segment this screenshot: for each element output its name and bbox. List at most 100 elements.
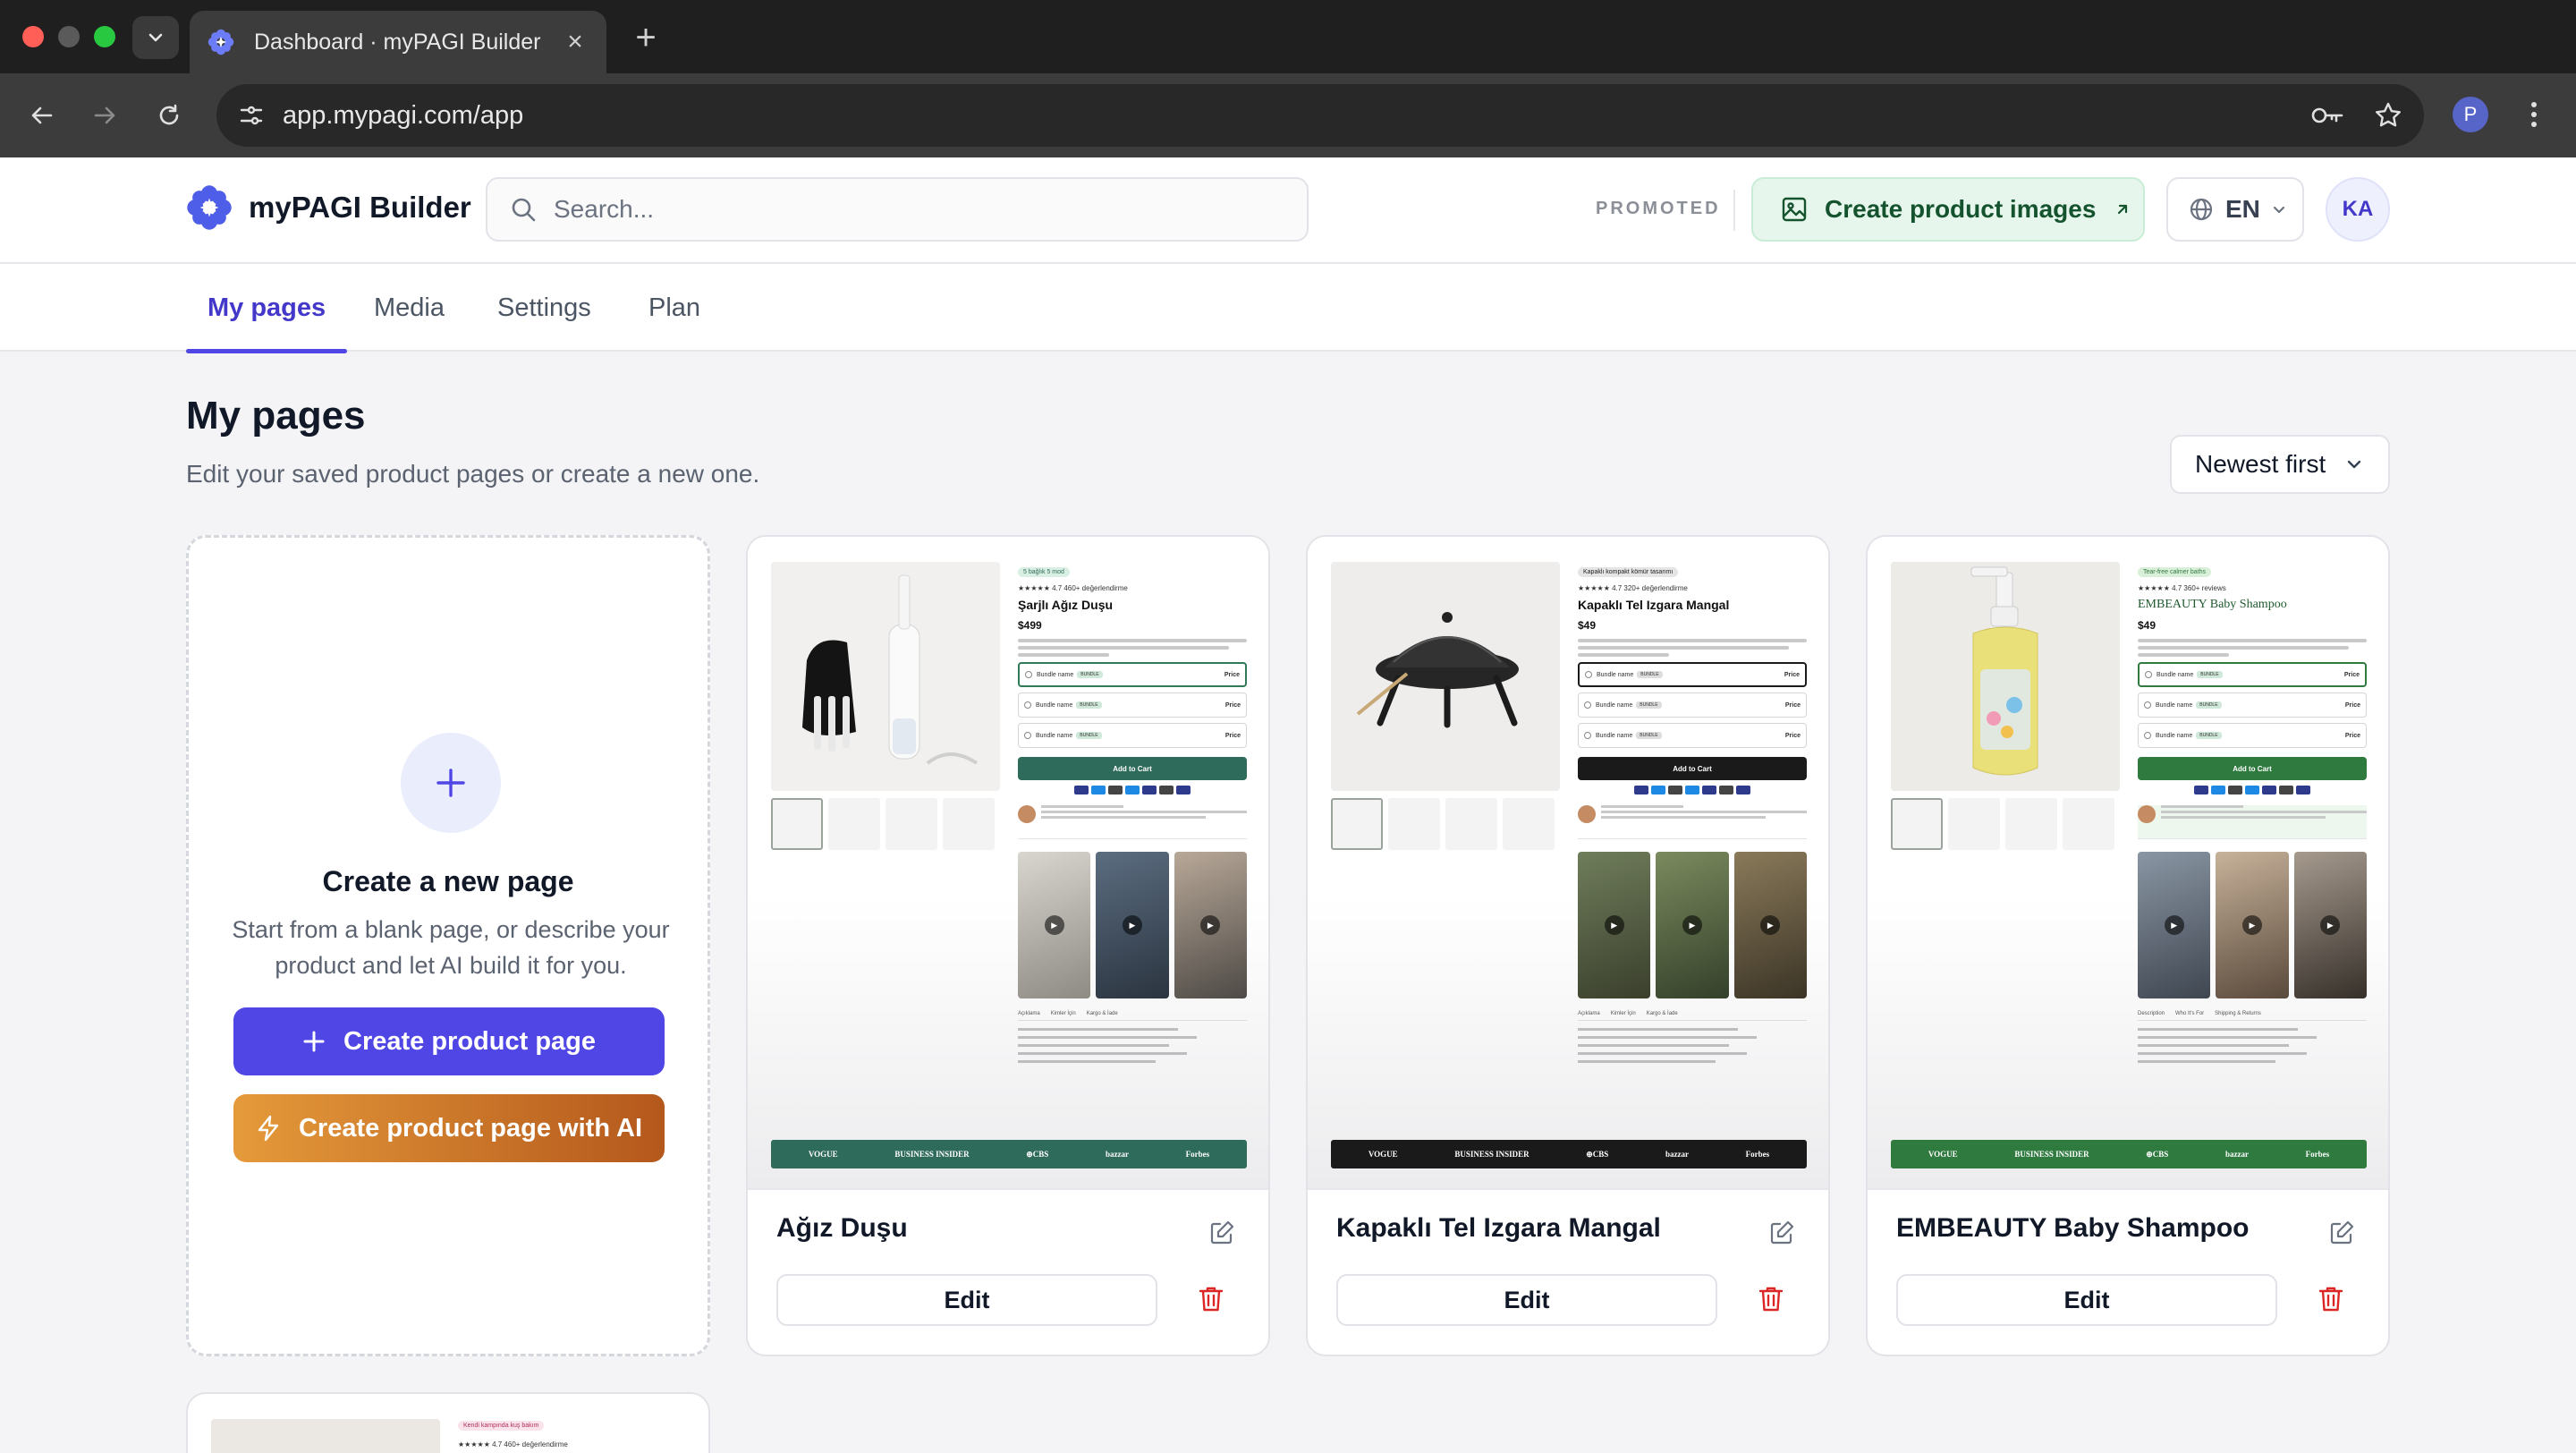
page-preview-thumbnail[interactable]: Kapaklı kompakt kömür tasarımı ★★★★★ 4.7… (1308, 537, 1828, 1190)
create-product-page-button[interactable]: Create product page (233, 1007, 665, 1075)
press-logo: BUSINESS INSIDER (1454, 1150, 1530, 1159)
delete-page-button[interactable] (1751, 1279, 1791, 1319)
press-logo: bazzar (2224, 1150, 2249, 1159)
section-tabs: My pages Media Settings Plan (0, 264, 2576, 353)
add-page-icon-circle[interactable] (401, 733, 501, 833)
page-preview-thumbnail[interactable]: 5 bağlık 5 mod ★★★★★ 4.7 460+ değerlendi… (748, 537, 1268, 1190)
browser-toolbar: app.mypagi.com/app (0, 73, 2576, 157)
globe-icon (2190, 198, 2213, 221)
password-manager-button[interactable] (2302, 90, 2352, 140)
page-card-title: EMBEAUTY Baby Shampoo (1896, 1213, 2250, 1243)
preview-price: $499 (1018, 619, 1042, 632)
press-logo: ⊕CBS (1026, 1149, 1049, 1159)
preview-add-to-cart: Add to Cart (1578, 757, 1807, 780)
promoted-label: PROMOTED (1596, 199, 1721, 218)
water-flosser-illustration (771, 562, 1000, 791)
tab-media[interactable]: Media (352, 264, 466, 352)
preview-tab: Who It's For (2175, 1011, 2205, 1016)
trash-icon (2318, 1287, 2343, 1312)
press-logo: ⊕CBS (1586, 1149, 1609, 1159)
search-box[interactable] (486, 177, 1309, 242)
tab-plan[interactable]: Plan (627, 264, 722, 352)
preview-product-info: 5 bağlık 5 mod ★★★★★ 4.7 460+ değerlendi… (1018, 562, 1247, 1068)
bookmark-button[interactable] (2363, 90, 2413, 140)
create-product-images-button[interactable]: Create product images (1751, 177, 2145, 242)
star-outline-icon (2376, 102, 2401, 127)
shampoo-bottle-illustration (1891, 562, 2120, 791)
preview-product-info: Kapaklı kompakt kömür tasarımı ★★★★★ 4.7… (1578, 562, 1807, 1068)
press-logo: BUSINESS INSIDER (2014, 1150, 2089, 1159)
browser-tab-active[interactable]: Dashboard · myPAGI Builder × (190, 11, 606, 73)
site-info-button[interactable] (220, 84, 283, 147)
reload-button[interactable] (148, 95, 190, 136)
preview-rating: ★★★★★ 4.7 320+ değerlendirme (1578, 584, 1688, 592)
user-avatar[interactable]: KA (2326, 177, 2390, 242)
browser-profile-avatar[interactable]: P (2453, 97, 2488, 132)
preview-tab: Açıklama (1578, 1011, 1600, 1016)
image-icon (1782, 197, 1807, 222)
page-card: Tear-free calmer baths ★★★★★ 4.7 360+ re… (1866, 535, 2390, 1356)
search-icon (512, 198, 536, 222)
preview-rating: ★★★★★ 4.7 460+ değerlendirme (458, 1440, 568, 1449)
preview-badge: Kapaklı kompakt kömür tasarımı (1578, 567, 1679, 577)
page-preview-thumbnail[interactable]: Tear-free calmer baths ★★★★★ 4.7 360+ re… (1868, 537, 2388, 1190)
delete-page-button[interactable] (1191, 1279, 1231, 1319)
tab-search-button[interactable] (132, 16, 179, 59)
language-selector[interactable]: EN (2166, 177, 2304, 242)
press-logo: VOGUE (808, 1150, 838, 1159)
tab-settings[interactable]: Settings (476, 264, 613, 352)
rename-page-button[interactable] (1764, 1215, 1800, 1251)
preview-product-name: EMBEAUTY Baby Shampoo (2138, 598, 2287, 611)
brand-home-link[interactable]: myPAGI Builder (186, 184, 471, 231)
preview-thumbnail-strip (771, 798, 995, 850)
rename-page-button[interactable] (1204, 1215, 1240, 1251)
plus-icon (436, 769, 465, 797)
preview-tab: Açıklama (1018, 1011, 1040, 1016)
create-card-description: Start from a blank page, or describe you… (232, 916, 670, 979)
language-code: EN (2225, 195, 2260, 223)
edit-page-button[interactable]: Edit (776, 1274, 1157, 1326)
app-header: myPAGI Builder PROMOTED Create product i… (0, 157, 2576, 264)
window-maximize-button[interactable] (94, 26, 115, 47)
tab-my-pages[interactable]: My pages (186, 264, 348, 353)
address-bar[interactable]: app.mypagi.com/app (216, 84, 2424, 147)
preview-press-footer: VOGUE BUSINESS INSIDER ⊕CBS bazzar Forbes (771, 1140, 1247, 1168)
preview-tab: Shipping & Returns (2215, 1011, 2261, 1016)
delete-page-button[interactable] (2311, 1279, 2351, 1319)
preview-press-footer: VOGUE BUSINESS INSIDER ⊕CBS bazzar Forbes (1891, 1140, 2367, 1168)
sort-dropdown[interactable]: Newest first (2170, 435, 2390, 494)
tab-close-icon[interactable]: × (562, 27, 589, 57)
external-arrow-icon (2118, 204, 2128, 215)
search-input[interactable] (554, 195, 1287, 224)
press-logo: Forbes (1185, 1150, 1210, 1159)
press-logo: Forbes (2305, 1150, 2330, 1159)
edit-pencil-icon (1210, 1220, 1234, 1245)
new-tab-button[interactable]: + (626, 18, 665, 57)
chevron-down-icon (2348, 460, 2361, 469)
preview-tab: Description (2138, 1011, 2165, 1016)
forward-button[interactable] (84, 95, 125, 136)
page-card-partial[interactable]: Kendi kampında kuş bakım ★★★★★ 4.7 460+ … (186, 1392, 710, 1453)
press-logo: ⊕CBS (2146, 1149, 2169, 1159)
create-card-title: Create a new page (322, 865, 574, 897)
page-card: 5 bağlık 5 mod ★★★★★ 4.7 460+ değerlendi… (746, 535, 1270, 1356)
press-logo: BUSINESS INSIDER (894, 1150, 970, 1159)
preview-add-to-cart: Add to Cart (1018, 757, 1247, 780)
edit-page-button[interactable]: Edit (1336, 1274, 1717, 1326)
chevron-down-icon (148, 33, 163, 42)
window-close-button[interactable] (22, 26, 44, 47)
create-product-page-label: Create product page (343, 1026, 596, 1056)
sort-selected-label: Newest first (2195, 450, 2326, 478)
window-minimize-button[interactable] (58, 26, 80, 47)
browser-menu-button[interactable] (2521, 97, 2547, 132)
rename-page-button[interactable] (2324, 1215, 2360, 1251)
preview-product-name: Şarjlı Ağız Duşu (1018, 598, 1114, 612)
back-button[interactable] (21, 95, 63, 136)
tune-icon (240, 106, 263, 125)
preview-thumbnail-strip (1331, 798, 1555, 850)
create-product-page-ai-button[interactable]: Create product page with AI (233, 1094, 665, 1162)
arrow-left-icon (31, 106, 53, 124)
edit-page-button[interactable]: Edit (1896, 1274, 2277, 1326)
lightning-icon (258, 1115, 279, 1142)
preview-press-footer: VOGUE BUSINESS INSIDER ⊕CBS bazzar Forbes (1331, 1140, 1807, 1168)
